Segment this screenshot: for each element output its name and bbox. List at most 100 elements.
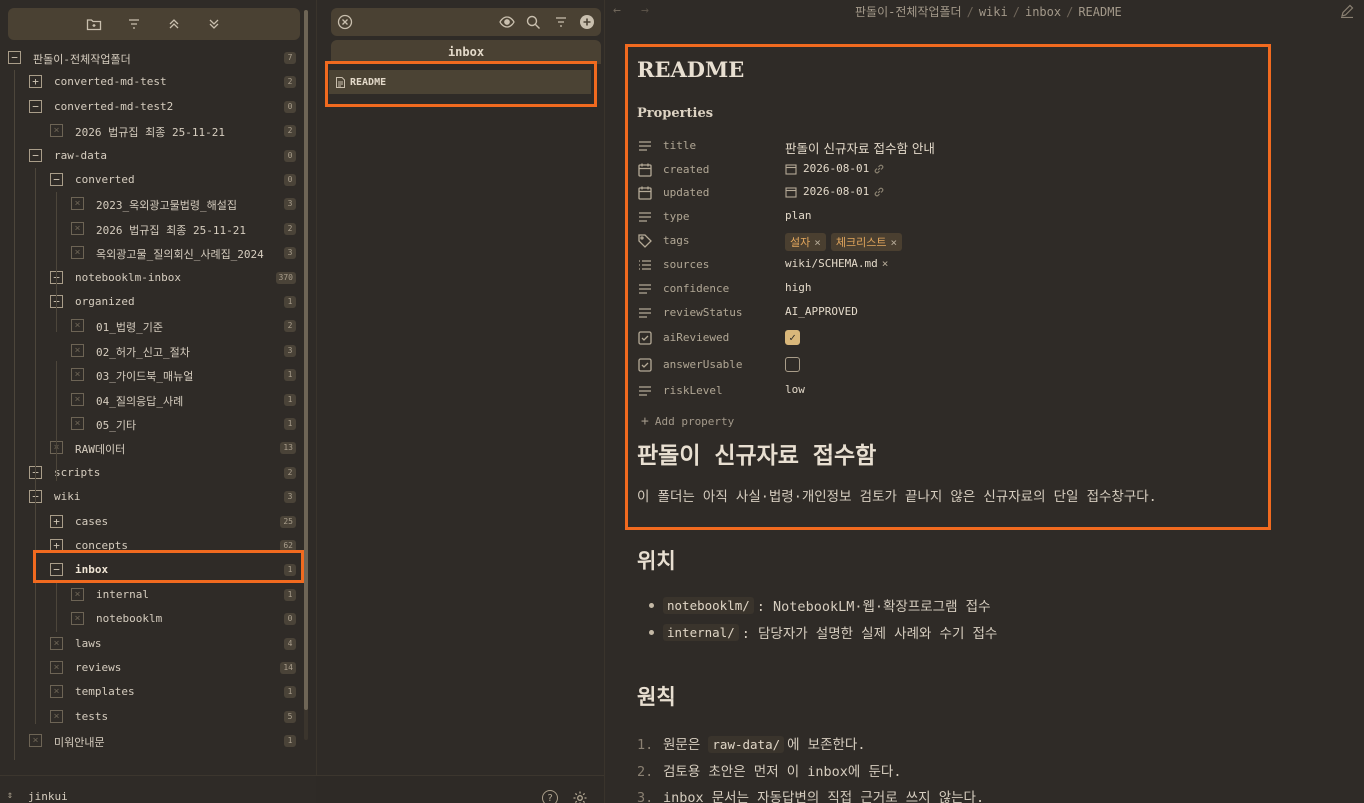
expand-icon[interactable]: + [29,75,42,89]
new-folder-icon[interactable] [86,16,102,32]
tree-scrollbar-thumb[interactable] [304,10,308,710]
tree-folder-item[interactable]: +scripts2 [0,461,300,485]
expand-icon[interactable]: + [50,539,63,552]
tree-folder-item[interactable]: + concepts 62 [0,534,300,558]
tree-file-item[interactable]: × internal 1 [0,583,300,607]
breadcrumb-item[interactable]: 판돌이-전체작업폴더 [855,5,962,19]
help-icon[interactable]: ? [542,790,558,803]
file-item-readme[interactable]: README [329,70,591,94]
file-name: README [350,76,387,88]
close-icon[interactable]: × [890,236,897,249]
filter-icon[interactable] [553,14,569,30]
tree-folder-item[interactable]: − converted 0 [0,168,300,192]
clear-icon[interactable] [337,14,353,30]
tree-folder-item[interactable]: + converted-md-test 2 [0,70,300,94]
property-value[interactable]: 판돌이 신규자료 접수함 안내 [785,138,935,157]
tree-folder-item[interactable]: −wiki3 [0,485,300,509]
pencil-icon[interactable] [1340,3,1354,19]
tree-file-item[interactable]: ×RAW데이터13 [0,436,300,460]
tree-file-item[interactable]: × 01_법령_기준 2 [0,314,300,338]
property-value[interactable]: 2026-08-01 [785,185,885,198]
property-value[interactable]: plan [785,209,812,222]
tree-folder-item[interactable]: − inbox 1 [0,558,300,582]
tree-file-item[interactable]: × 2026 법규집 최종 25-11-21 2 [0,217,300,241]
breadcrumb-item[interactable]: wiki [979,5,1008,19]
vault-switch-icon[interactable]: ⇕ [7,790,13,801]
collapse-icon[interactable]: − [29,99,42,113]
property-name[interactable]: sources [663,258,709,271]
tree-file-item[interactable]: × 미워안내문 1 [0,729,300,753]
property-value: ✓ [785,330,800,345]
back-arrow-icon[interactable]: ← [613,3,621,18]
tree-file-item[interactable]: × tests 5 [0,705,300,729]
vault-name[interactable]: jinkui [28,790,68,803]
tag-chip[interactable]: 설자 × [785,233,826,251]
eye-icon[interactable] [499,14,515,30]
close-icon[interactable]: × [814,236,821,249]
property-name[interactable]: answerUsable [663,358,742,371]
property-name[interactable]: tags [663,234,690,247]
tree-folder-item[interactable]: − converted-md-test2 0 [0,95,300,119]
link-icon[interactable] [873,163,885,175]
item-count-badge: 1 [284,564,296,577]
property-name[interactable]: riskLevel [663,384,723,397]
property-name[interactable]: reviewStatus [663,306,742,319]
property-name[interactable]: created [663,163,709,176]
property-name[interactable]: aiReviewed [663,331,729,344]
property-value[interactable]: 설자 × 체크리스트 × [785,233,907,251]
tree-item-label: templates [75,685,135,699]
ai-reviewed-checkbox[interactable]: ✓ [785,330,800,345]
collapse-icon[interactable]: − [50,173,63,186]
add-property-button[interactable]: + Add property [641,414,734,429]
tree-file-item[interactable]: × 2026 법규집 최종 25-11-21 2 [0,119,300,143]
breadcrumb-item[interactable]: inbox [1025,5,1061,19]
forward-arrow-icon[interactable]: → [641,3,649,18]
sort-icon[interactable] [126,16,142,32]
collapse-icon[interactable]: − [50,563,63,577]
property-value[interactable]: 2026-08-01 [785,162,885,175]
tree-file-item[interactable]: × 04_질의응답_사례 1 [0,388,300,412]
tree-file-item[interactable]: × 옥외광고물_질의회신_사례집_2024 3 [0,241,300,265]
source-value[interactable]: wiki/SCHEMA.md [785,257,878,270]
expand-all-icon[interactable] [206,16,222,32]
gear-icon[interactable] [572,790,588,803]
tree-folder-item[interactable]: − raw-data 0 [0,144,300,168]
tree-folder-item[interactable]: +notebooklm-inbox370 [0,266,300,290]
inline-title[interactable]: README [637,57,744,82]
property-value[interactable]: high [785,281,812,294]
collapse-icon[interactable]: − [29,148,42,162]
close-icon[interactable]: × [882,257,889,270]
link-icon[interactable] [873,186,885,198]
tree-file-item[interactable]: × 02_허가_신고_절차 3 [0,339,300,363]
answer-usable-checkbox[interactable] [785,357,800,372]
property-value[interactable]: low [785,383,805,396]
tree-file-item[interactable]: × templates 1 [0,680,300,704]
properties-heading[interactable]: Properties [637,106,713,121]
tree-file-item[interactable]: × 2023_옥외광고물법령_해설집 3 [0,192,300,216]
property-value[interactable]: wiki/SCHEMA.md × [785,257,888,270]
tree-folder-item[interactable]: − 판돌이-전체작업폴더 7 [0,46,300,70]
tree-folder-item[interactable]: −organized1 [0,290,300,314]
date-value[interactable]: 2026-08-01 [803,185,869,198]
collapse-all-icon[interactable] [166,16,182,32]
tree-file-item[interactable]: × notebooklm 0 [0,607,300,631]
property-name[interactable]: title [663,139,696,152]
property-name[interactable]: updated [663,186,709,199]
tree-file-item[interactable]: × 05_기타 1 [0,412,300,436]
tree-file-item[interactable]: × reviews 14 [0,656,300,680]
add-note-icon[interactable] [579,14,595,30]
collapse-icon[interactable]: − [8,51,21,64]
tree-file-item[interactable]: × 03_가이드북_매뉴얼 1 [0,363,300,387]
property-name[interactable]: confidence [663,282,729,295]
search-icon[interactable] [525,14,541,30]
tag-chip[interactable]: 체크리스트 × [830,233,903,251]
inline-code: notebooklm/ [663,596,754,614]
tree-folder-item[interactable]: + cases 25 [0,510,300,534]
property-name[interactable]: type [663,210,690,223]
tree-file-item[interactable]: × laws 4 [0,632,300,656]
expand-icon[interactable]: + [50,514,63,528]
date-value[interactable]: 2026-08-01 [803,162,869,175]
tag-label: 설자 [790,236,811,249]
property-value[interactable]: AI_APPROVED [785,305,858,318]
breadcrumb-item[interactable]: README [1078,5,1121,19]
